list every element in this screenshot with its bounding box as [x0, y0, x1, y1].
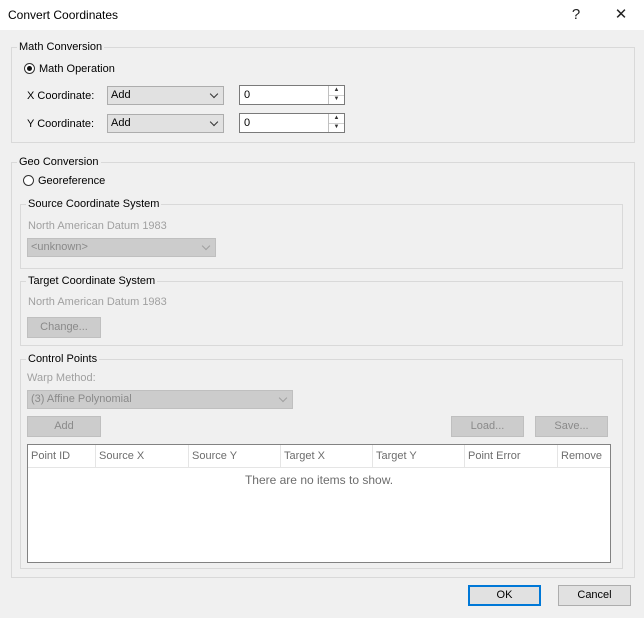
column-source-y[interactable]: Source Y	[189, 445, 281, 467]
add-point-button[interactable]: Add	[27, 416, 101, 437]
y-stepper-buttons: ▲ ▼	[328, 114, 344, 132]
column-point-id[interactable]: Point ID	[28, 445, 96, 467]
column-source-x[interactable]: Source X	[96, 445, 189, 467]
ok-button[interactable]: OK	[468, 585, 541, 606]
source-coordinate-label: Source Coordinate System	[26, 198, 162, 210]
help-icon: ?	[571, 6, 581, 23]
y-operation-value: Add	[111, 117, 131, 129]
stepper-down-icon[interactable]: ▼	[329, 123, 344, 132]
y-coordinate-label: Y Coordinate:	[27, 118, 95, 130]
cancel-button[interactable]: Cancel	[558, 585, 631, 606]
column-remove[interactable]: Remove	[558, 445, 610, 467]
warp-method-select[interactable]: (3) Affine Polynomial	[27, 390, 293, 409]
x-coordinate-label: X Coordinate:	[27, 90, 95, 102]
column-target-x[interactable]: Target X	[281, 445, 373, 467]
chevron-down-icon	[278, 393, 288, 403]
close-icon: ✕	[614, 6, 628, 23]
target-coordinate-label: Target Coordinate System	[26, 275, 158, 287]
chevron-down-icon	[209, 89, 219, 99]
x-value: 0	[244, 89, 251, 101]
georeference-radio[interactable]	[23, 175, 34, 186]
math-operation-radio[interactable]	[24, 63, 35, 74]
load-button[interactable]: Load...	[451, 416, 524, 437]
math-conversion-label: Math Conversion	[17, 41, 105, 53]
table-header: Point ID Source X Source Y Target X Targ…	[28, 445, 610, 468]
y-value-stepper[interactable]: 0 ▲ ▼	[239, 113, 345, 133]
change-button[interactable]: Change...	[27, 317, 101, 338]
warp-method-label: Warp Method:	[27, 372, 96, 384]
window-title: Convert Coordinates	[8, 8, 119, 22]
control-points-table[interactable]: Point ID Source X Source Y Target X Targ…	[27, 444, 611, 563]
help-button[interactable]: ?	[558, 0, 594, 30]
x-stepper-buttons: ▲ ▼	[328, 86, 344, 104]
control-points-label: Control Points	[26, 353, 100, 365]
column-point-error[interactable]: Point Error	[465, 445, 558, 467]
math-operation-label: Math Operation	[39, 63, 115, 75]
column-target-y[interactable]: Target Y	[373, 445, 465, 467]
y-operation-select[interactable]: Add	[107, 114, 224, 133]
chevron-down-icon	[209, 117, 219, 127]
y-value: 0	[244, 117, 251, 129]
warp-method-value: (3) Affine Polynomial	[31, 393, 132, 405]
stepper-down-icon[interactable]: ▼	[329, 95, 344, 104]
target-coordinate-group	[20, 281, 623, 346]
geo-conversion-label: Geo Conversion	[17, 156, 101, 168]
x-value-stepper[interactable]: 0 ▲ ▼	[239, 85, 345, 105]
close-button[interactable]: ✕	[603, 0, 639, 30]
empty-table-message: There are no items to show.	[244, 473, 394, 487]
source-coordinate-select[interactable]: <unknown>	[27, 238, 216, 257]
source-coordinate-value: <unknown>	[31, 241, 88, 253]
georeference-label: Georeference	[38, 175, 106, 187]
source-datum-text: North American Datum 1983	[28, 220, 167, 232]
save-button[interactable]: Save...	[535, 416, 608, 437]
source-coordinate-group	[20, 204, 623, 269]
chevron-down-icon	[201, 241, 211, 251]
target-datum-text: North American Datum 1983	[28, 296, 167, 308]
x-operation-value: Add	[111, 89, 131, 101]
x-operation-select[interactable]: Add	[107, 86, 224, 105]
